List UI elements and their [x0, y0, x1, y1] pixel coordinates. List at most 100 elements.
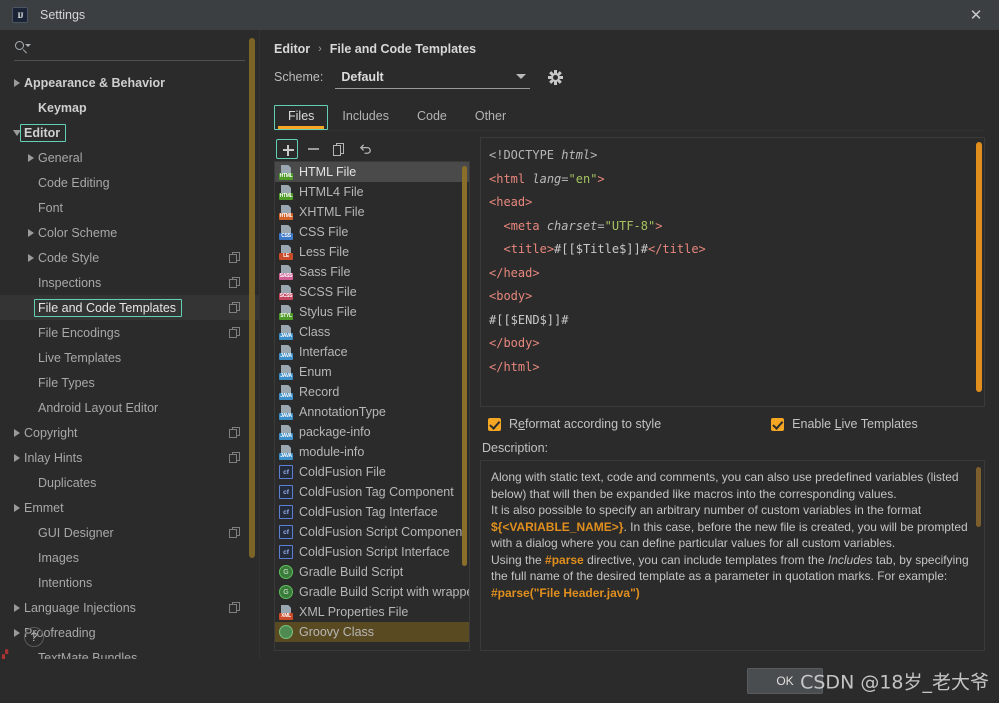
sidebar-item-textmate-bundles[interactable]: TextMate Bundles — [0, 645, 259, 660]
template-list-item-label: Gradle Build Script with wrappe — [299, 585, 470, 599]
template-list-item[interactable]: cf ColdFusion File — [275, 462, 469, 482]
template-list-item-label: ColdFusion File — [299, 465, 386, 479]
template-list-item[interactable]: cf ColdFusion Tag Component — [275, 482, 469, 502]
template-list-item[interactable]: JAVA Record — [275, 382, 469, 402]
sidebar-item-general[interactable]: General — [0, 145, 259, 170]
tab-includes[interactable]: Includes — [328, 105, 403, 130]
copy-settings-icon[interactable] — [229, 426, 241, 439]
sidebar-item-inspections[interactable]: Inspections — [0, 270, 259, 295]
ok-button[interactable]: OK — [747, 668, 823, 694]
template-list-item[interactable]: G Gradle Build Script with wrappe — [275, 582, 469, 602]
remove-template-button[interactable] — [302, 139, 324, 159]
chevron-right-icon[interactable] — [24, 153, 38, 162]
tab-other[interactable]: Other — [461, 105, 520, 130]
chevron-right-icon[interactable] — [10, 428, 24, 437]
template-list-item[interactable]: HTML HTML File — [275, 162, 469, 182]
sidebar-item-code-editing[interactable]: Code Editing — [0, 170, 259, 195]
copy-settings-icon[interactable] — [229, 326, 241, 339]
sidebar-scrollbar[interactable] — [249, 38, 255, 558]
sidebar-item-emmet[interactable]: Emmet — [0, 495, 259, 520]
copy-settings-icon[interactable] — [229, 301, 241, 314]
enable-live-templates-checkbox[interactable]: Enable Live Templates — [771, 417, 918, 431]
sidebar-item-inlay-hints[interactable]: Inlay Hints — [0, 445, 259, 470]
sidebar-item-keymap[interactable]: Keymap — [0, 95, 259, 120]
tab-code[interactable]: Code — [403, 105, 461, 130]
checkbox-indicator[interactable] — [488, 417, 501, 431]
copy-settings-icon[interactable] — [229, 276, 241, 289]
code-token: > — [655, 218, 663, 233]
template-list-item[interactable]: HTML XHTML File — [275, 202, 469, 222]
reformat-according-to-style-checkbox[interactable]: Reformat according to style — [488, 417, 661, 431]
settings-tree: Appearance & Behavior Keymap Editor General… — [0, 64, 259, 659]
template-list-item[interactable]: JAVA Interface — [275, 342, 469, 362]
copy-settings-icon[interactable] — [229, 526, 241, 539]
template-list-item[interactable]: XML XML Properties File — [275, 602, 469, 622]
chevron-right-icon[interactable] — [10, 628, 24, 637]
gear-icon[interactable] — [548, 69, 564, 85]
sidebar-item-live-templates[interactable]: Live Templates — [0, 345, 259, 370]
sidebar-item-font[interactable]: Font — [0, 195, 259, 220]
copy-settings-icon[interactable] — [229, 451, 241, 464]
help-button[interactable]: ? — [24, 627, 44, 647]
sidebar-item-intentions[interactable]: Intentions — [0, 570, 259, 595]
sidebar-item-duplicates[interactable]: Duplicates — [0, 470, 259, 495]
template-list-item[interactable]: STYL Stylus File — [275, 302, 469, 322]
sidebar-item-language-injections[interactable]: Language Injections — [0, 595, 259, 620]
template-list-item[interactable]: cf ColdFusion Script Interface — [275, 542, 469, 562]
checkbox-label: Reformat according to style — [509, 417, 662, 431]
template-list[interactable]: HTML HTML File HTML HTML4 File HTML XHTML Fil… — [274, 161, 470, 651]
chevron-right-icon[interactable] — [24, 253, 38, 262]
close-icon[interactable]: ✕ — [953, 0, 999, 30]
sidebar-item-code-style[interactable]: Code Style — [0, 245, 259, 270]
template-list-item[interactable]: G Gradle Build Script — [275, 562, 469, 582]
copy-settings-icon[interactable] — [229, 251, 241, 264]
template-list-item[interactable]: HTML HTML4 File — [275, 182, 469, 202]
sidebar-item-color-scheme[interactable]: Color Scheme — [0, 220, 259, 245]
sidebar-item-file-and-code-templates[interactable]: File and Code Templates — [0, 295, 259, 320]
template-list-item[interactable]: CSS CSS File — [275, 222, 469, 242]
template-list-item[interactable]: JAVA Class — [275, 322, 469, 342]
template-list-scrollbar[interactable] — [462, 166, 467, 566]
sidebar-item-label: GUI Designer — [38, 525, 114, 540]
template-list-item[interactable]: JAVA module-info — [275, 442, 469, 462]
chevron-right-icon[interactable] — [24, 228, 38, 237]
scheme-dropdown[interactable]: Default — [335, 65, 531, 89]
code-editor-scrollbar[interactable] — [976, 142, 982, 392]
template-list-item[interactable]: cf ColdFusion Tag Interface — [275, 502, 469, 522]
sidebar-item-images[interactable]: Images — [0, 545, 259, 570]
search-input[interactable] — [32, 40, 245, 54]
template-list-item[interactable]: SCSS SCSS File — [275, 282, 469, 302]
template-list-item[interactable]: LE Less File — [275, 242, 469, 262]
copy-settings-icon[interactable] — [229, 601, 241, 614]
template-list-item[interactable]: Groovy Class — [275, 622, 469, 642]
sidebar-item-gui-designer[interactable]: GUI Designer — [0, 520, 259, 545]
sidebar-item-appearance-behavior[interactable]: Appearance & Behavior — [0, 70, 259, 95]
checkbox-indicator[interactable] — [771, 417, 785, 431]
sidebar-item-android-layout-editor[interactable]: Android Layout Editor — [0, 395, 259, 420]
code-token: head — [496, 195, 526, 209]
sidebar-item-file-types[interactable]: File Types — [0, 370, 259, 395]
chevron-right-icon[interactable] — [10, 603, 24, 612]
sidebar-item-editor[interactable]: Editor — [0, 120, 259, 145]
sidebar-item-copyright[interactable]: Copyright — [0, 420, 259, 445]
template-code-editor[interactable]: <!DOCTYPE html> <html lang="en"> <head> <m… — [480, 137, 985, 407]
template-list-item[interactable]: JAVA package-info — [275, 422, 469, 442]
sass-file-icon: SASS — [279, 264, 293, 280]
template-list-item[interactable]: JAVA Enum — [275, 362, 469, 382]
sidebar-item-file-encodings[interactable]: File Encodings — [0, 320, 259, 345]
code-token: <!DOCTYPE — [489, 148, 562, 162]
chevron-right-icon[interactable] — [10, 78, 24, 87]
reset-template-button[interactable] — [354, 139, 376, 159]
template-list-item[interactable]: SASS Sass File — [275, 262, 469, 282]
add-template-button[interactable] — [276, 139, 298, 159]
tab-files[interactable]: Files — [274, 105, 329, 130]
chevron-right-icon[interactable] — [10, 453, 24, 462]
chevron-right-icon[interactable] — [10, 503, 24, 512]
code-token: html — [496, 171, 526, 186]
breadcrumb-root[interactable]: Editor — [274, 42, 310, 56]
copy-template-button[interactable] — [328, 139, 350, 159]
description-scrollbar[interactable] — [976, 467, 981, 527]
template-list-item[interactable]: cf ColdFusion Script Component — [275, 522, 469, 542]
sidebar-search[interactable] — [0, 30, 259, 64]
template-list-item[interactable]: JAVA AnnotationType — [275, 402, 469, 422]
